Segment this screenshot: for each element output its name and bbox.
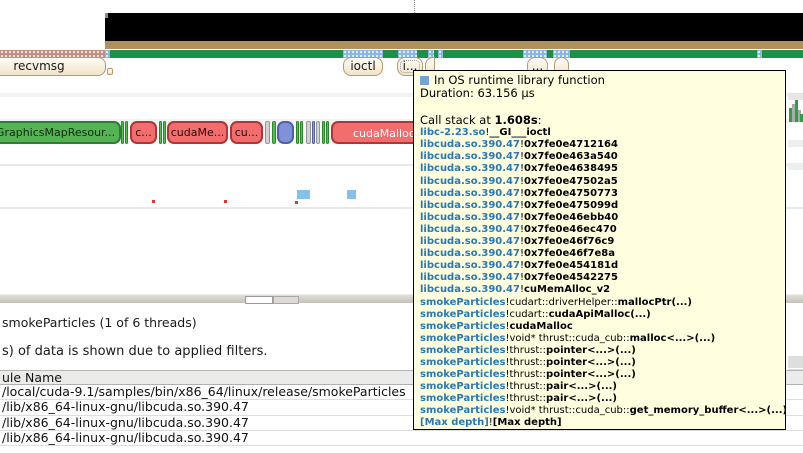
segment-thin[interactable] [265, 121, 270, 144]
segment-thin[interactable] [306, 121, 311, 144]
splitter-handle[interactable] [245, 296, 273, 304]
segment-cuda-short[interactable]: c... [130, 121, 157, 144]
interval-recvmsg[interactable]: recvmsg [0, 57, 106, 76]
marker-dot [295, 201, 298, 204]
timeline-overview-notch [105, 13, 108, 18]
segment-label: cudaMe... [170, 126, 225, 139]
stack-frame: smokeParticles!cudart::cudaApiMalloc(...… [420, 308, 651, 320]
stack-frame: smokeParticles!cudart::driverHelper::mal… [420, 296, 692, 308]
stack-frame: smokeParticles!cudaMalloc [420, 320, 573, 332]
row-stripe [788, 140, 803, 147]
stack-frame: smokeParticles!void* thrust::cuda_cub::m… [420, 332, 716, 344]
stack-frame: libcuda.so.390.47!0x7fe0e46ebb40 [420, 211, 619, 223]
filter-notice-text: s) of data is shown due to applied filte… [2, 344, 268, 359]
stack-frame: smokeParticles!thrust::pair<...>(...) [420, 381, 618, 393]
stack-frame: libcuda.so.390.47!0x7fe0e475099d [420, 199, 619, 211]
segment-thin[interactable] [300, 121, 303, 144]
stack-frame: libcuda.so.390.47!0x7fe0e47502a5 [420, 175, 618, 187]
stack-frame: smokeParticles!thrust::pointer<...>(...) [420, 344, 636, 356]
os-runtime-overview-bar[interactable] [105, 50, 803, 58]
interval-tiny[interactable] [107, 68, 113, 75]
segment-label: cudaMalloc [353, 127, 415, 140]
tooltip-callstack-heading: Call stack at 1.608s: [420, 112, 542, 127]
stack-frame: libcuda.so.390.47!0x7fe0e4638495 [420, 163, 618, 175]
segment-thin[interactable] [316, 121, 320, 144]
stack-frame: smokeParticles!void* thrust::cuda_cub::g… [420, 405, 786, 417]
filtered-interval-highlight [105, 50, 110, 58]
segment-thin[interactable] [163, 121, 166, 144]
segment-label: c... [135, 126, 152, 139]
stack-frame: libcuda.so.390.47!0x7fe0e46ec470 [420, 223, 617, 235]
segment-thin[interactable] [312, 121, 315, 144]
timeline-driver-api-bar[interactable] [105, 41, 803, 49]
splitter-handle[interactable] [273, 296, 299, 304]
stack-frame: libcuda.so.390.47!0x7fe0e4750773 [420, 187, 618, 199]
panel-fragment [788, 356, 803, 368]
memcpy-marker[interactable] [347, 190, 356, 199]
filtered-interval-highlight [757, 50, 762, 58]
stack-frame: smokeParticles!thrust::pair<...>(...) [420, 393, 618, 405]
row-stripe [788, 163, 803, 170]
memcpy-marker[interactable] [297, 190, 310, 199]
interval-ioctl[interactable]: ioctl [343, 57, 383, 76]
call-stack-list: libc-2.23.so!__GI___ioctl libcuda.so.390.… [420, 127, 786, 429]
segment-label: cu... [234, 126, 259, 139]
stack-frame: libcuda.so.390.47!0x7fe0e463a540 [420, 151, 618, 163]
segment-cuda-short2[interactable]: cu... [230, 121, 263, 144]
callstack-tooltip: In OS runtime library function Duration:… [413, 70, 786, 430]
stack-frame: smokeParticles!thrust::pointer<...>(...) [420, 356, 636, 368]
segment-thin[interactable] [121, 121, 124, 144]
thread-summary-label: smokeParticles (1 of 6 threads) [2, 315, 197, 330]
stack-frame: smokeParticles!thrust::pointer<...>(...) [420, 369, 636, 381]
stack-frame: libcuda.so.390.47!cuMemAlloc_v2 [420, 284, 611, 296]
segment-thin[interactable] [125, 121, 128, 144]
time-marker-line [414, 0, 415, 13]
segment-cuda-memcpy[interactable]: cudaMe... [167, 121, 228, 144]
stack-frame: libcuda.so.390.47!0x7fe0e46f76c9 [420, 236, 615, 248]
timeline-overview-bar[interactable] [105, 13, 803, 41]
stack-frame: libcuda.so.390.47!0x7fe0e4542275 [420, 272, 618, 284]
stack-frame: libc-2.23.so!__GI___ioctl [420, 127, 551, 139]
stack-frame: [Max depth]![Max depth] [420, 417, 562, 429]
marker-dot [224, 200, 227, 203]
tooltip-duration: Duration: 63.156 μs [420, 86, 535, 101]
stack-frame: libcuda.so.390.47!0x7fe0e454181d [420, 260, 619, 272]
segment-graphics-map-resource[interactable]: GraphicsMapResour... [0, 121, 121, 144]
interval-recvmsg-label: recvmsg [13, 59, 65, 73]
segment-label: GraphicsMapResour... [0, 126, 116, 139]
segment-thin[interactable] [159, 121, 162, 144]
segment-blue-api[interactable] [277, 121, 294, 144]
tooltip-title: In OS runtime library function [434, 73, 605, 87]
os-runtime-legend-icon [420, 76, 429, 86]
segment-thin[interactable] [322, 121, 325, 144]
segment-thin[interactable] [326, 121, 329, 144]
segment-thin[interactable] [272, 121, 276, 144]
filtered-interval-highlight [438, 50, 443, 58]
segment-thin[interactable] [296, 121, 299, 144]
stack-frame: libcuda.so.390.47!0x7fe0e46f7e8a [420, 248, 615, 260]
marker-dot [152, 200, 155, 203]
stack-frame: libcuda.so.390.47!0x7fe0e4712164 [420, 139, 618, 151]
row-stripe [788, 93, 803, 100]
module-table-row[interactable]: /lib/x86_64-linux-gnu/libcuda.so.390.47 [0, 430, 803, 447]
callstack-time: 1.608s [494, 112, 538, 127]
interval-ioctl-label: ioctl [350, 59, 376, 73]
profiler-window: recvmsg ioctl i... ... GraphicsMapResour… [0, 0, 803, 453]
tooltip-title-row: In OS runtime library function [420, 73, 779, 87]
